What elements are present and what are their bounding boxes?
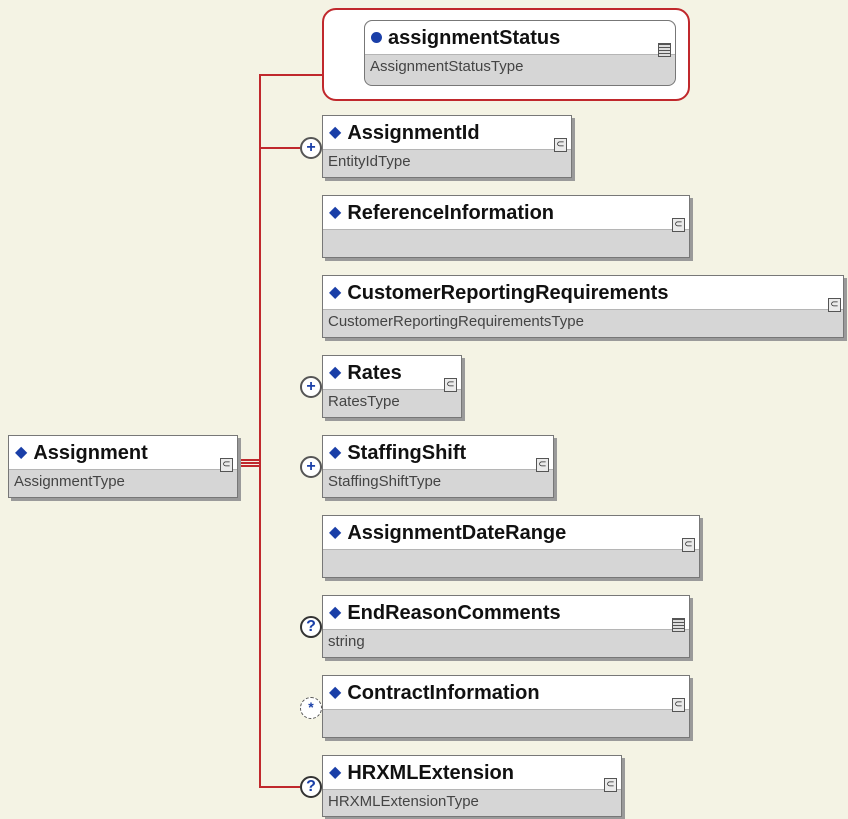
complex-type-icon: ⊂ (554, 138, 567, 152)
element-name: CustomerReportingRequirements (347, 281, 669, 304)
element-name: ReferenceInformation (347, 201, 555, 224)
element-header: ◆ ReferenceInformation (323, 196, 689, 230)
element-diamond-icon: ◆ (329, 123, 342, 141)
complex-type-icon: ⊂ (682, 538, 695, 552)
element-type: EntityIdType (328, 153, 411, 170)
element-name: Rates (347, 361, 402, 384)
element-header: ◆ AssignmentId (323, 116, 571, 150)
element-type: RatesType (328, 393, 400, 410)
element-assignmentid[interactable]: ◆ AssignmentId EntityIdType ⊂ (322, 115, 572, 178)
element-diamond-icon: ◆ (329, 523, 342, 541)
element-name: StaffingShift (347, 441, 467, 464)
expand-plus-icon[interactable]: + (300, 376, 322, 398)
complex-type-icon: ⊂ (220, 458, 233, 472)
element-header: assignmentStatus (365, 21, 675, 55)
element-hrxmlextension[interactable]: ◆ HRXMLExtension HRXMLExtensionType ⊂ (322, 755, 622, 817)
element-type: string (328, 633, 365, 650)
element-diamond-icon: ◆ (329, 683, 342, 701)
element-type: CustomerReportingRequirementsType (328, 313, 584, 330)
element-rates[interactable]: ◆ Rates RatesType ⊂ (322, 355, 462, 418)
element-type: AssignmentType (14, 473, 125, 490)
element-diamond-icon: ◆ (329, 203, 342, 221)
element-type: StaffingShiftType (328, 473, 442, 490)
optional-question-icon[interactable]: ? (300, 776, 322, 798)
element-customerreportingrequirements[interactable]: ◆ CustomerReportingRequirements Customer… (322, 275, 844, 338)
simple-type-icon (672, 618, 685, 632)
element-diamond-icon: ◆ (329, 603, 342, 621)
complex-type-icon: ⊂ (672, 218, 685, 232)
element-diamond-icon: ◆ (329, 763, 342, 781)
complex-type-icon: ⊂ (604, 778, 617, 792)
complex-type-icon: ⊂ (828, 298, 841, 312)
element-name: AssignmentId (347, 121, 480, 144)
expand-plus-icon[interactable]: + (300, 137, 322, 159)
attribute-dot-icon (371, 32, 382, 43)
element-staffingshift[interactable]: ◆ StaffingShift StaffingShiftType ⊂ (322, 435, 554, 498)
element-name: assignmentStatus (388, 26, 561, 49)
element-name: EndReasonComments (347, 601, 561, 624)
optional-question-icon[interactable]: ? (300, 616, 322, 638)
element-header: ◆ AssignmentDateRange (323, 516, 699, 550)
element-type: HRXMLExtensionType (328, 793, 479, 810)
element-diamond-icon: ◆ (329, 443, 342, 461)
element-diamond-icon: ◆ (329, 363, 342, 381)
zero-or-more-star-icon[interactable]: * (300, 697, 322, 719)
element-assignmentdaterange[interactable]: ◆ AssignmentDateRange ⊂ (322, 515, 700, 578)
element-name: ContractInformation (347, 681, 540, 704)
element-header: ◆ HRXMLExtension (323, 756, 621, 790)
element-diamond-icon: ◆ (329, 283, 342, 301)
element-header: ◆ EndReasonComments (323, 596, 689, 630)
complex-type-icon: ⊂ (444, 378, 457, 392)
element-type: AssignmentStatusType (370, 58, 524, 75)
expand-plus-icon[interactable]: + (300, 456, 322, 478)
simple-type-icon (658, 43, 671, 57)
element-endreasoncomments[interactable]: ◆ EndReasonComments string (322, 595, 690, 658)
element-header: ◆ CustomerReportingRequirements (323, 276, 843, 310)
element-header: ◆ Assignment (9, 436, 237, 470)
element-name: AssignmentDateRange (347, 521, 567, 544)
element-diamond-icon: ◆ (15, 443, 28, 461)
element-contractinformation[interactable]: ◆ ContractInformation ⊂ (322, 675, 690, 738)
element-name: HRXMLExtension (347, 761, 514, 784)
attribute-assignmentstatus[interactable]: assignmentStatus AssignmentStatusType (364, 20, 676, 86)
element-header: ◆ Rates (323, 356, 461, 390)
root-element-assignment[interactable]: ◆ Assignment AssignmentType ⊂ (8, 435, 238, 498)
element-header: ◆ ContractInformation (323, 676, 689, 710)
complex-type-icon: ⊂ (536, 458, 549, 472)
schema-diagram: ◆ Assignment AssignmentType ⊂ assignment… (0, 0, 848, 819)
element-referenceinformation[interactable]: ◆ ReferenceInformation ⊂ (322, 195, 690, 258)
element-header: ◆ StaffingShift (323, 436, 553, 470)
complex-type-icon: ⊂ (672, 698, 685, 712)
element-name: Assignment (33, 441, 148, 464)
